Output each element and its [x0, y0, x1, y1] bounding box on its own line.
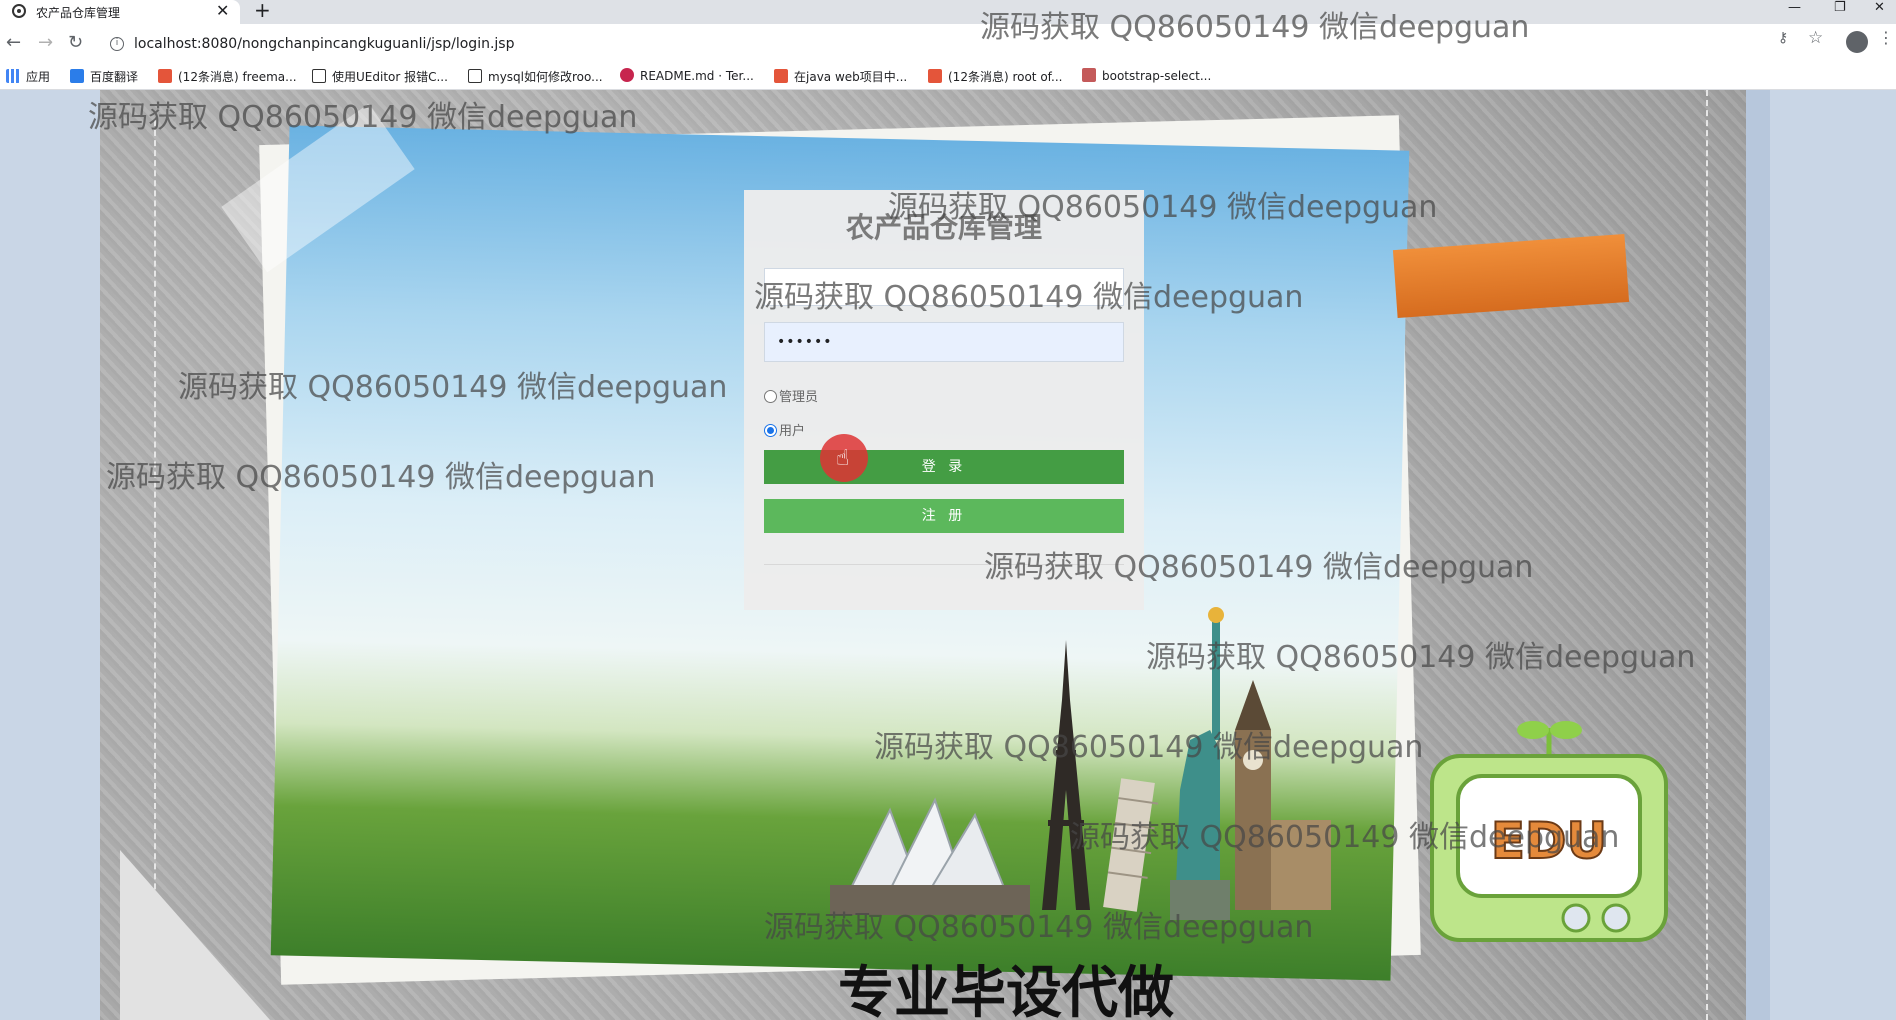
globe-icon: [12, 4, 26, 18]
page-icon: [312, 69, 326, 83]
knob-icon: [1561, 903, 1591, 933]
watermark: 源码获取 QQ86050149 微信deepguan: [888, 190, 1438, 225]
password-input[interactable]: ••••••: [764, 322, 1124, 362]
tab-close-icon[interactable]: ✕: [216, 1, 229, 20]
csdn-icon: [158, 69, 172, 83]
url-text: localhost:8080/nongchanpincangkuguanli/j…: [134, 36, 515, 52]
role-admin-label: 管理员: [779, 390, 819, 405]
watermark: 源码获取 QQ86050149 微信deepguan: [874, 730, 1424, 765]
watermark: 源码获取 QQ86050149 微信deepguan: [178, 370, 728, 405]
watermark: 源码获取 QQ86050149 微信deepguan: [984, 550, 1534, 585]
tab-bar: 农产品仓库管理 ✕ + — ❐ ✕: [0, 0, 1896, 24]
back-icon[interactable]: ←: [6, 32, 21, 53]
address-bar: ← → ↻ i localhost:8080/nongchanpincangku…: [0, 24, 1896, 62]
bookmark-apps[interactable]: 应用: [6, 68, 50, 85]
bookmark-readme[interactable]: README.md · Ter...: [620, 68, 754, 83]
apps-grid-icon: [6, 69, 20, 83]
jianshu-icon: [1082, 68, 1096, 82]
bookmark-label: (12条消息) freema...: [178, 70, 297, 84]
bookmark-label: (12条消息) root of...: [948, 70, 1063, 84]
csdn-icon: [928, 69, 942, 83]
reload-icon[interactable]: ↻: [68, 32, 83, 53]
profile-avatar-icon[interactable]: [1846, 31, 1868, 53]
bookmark-label: mysql如何修改roo...: [488, 70, 603, 84]
bookmark-root-of[interactable]: (12条消息) root of...: [928, 68, 1062, 85]
bookmark-java-web[interactable]: 在java web项目中...: [774, 68, 907, 85]
paper-corner: [120, 850, 270, 1020]
bookmark-mysql[interactable]: mysql如何修改roo...: [468, 68, 603, 85]
bookmark-label: 在java web项目中...: [794, 70, 908, 84]
window-close-icon[interactable]: ✕: [1874, 0, 1885, 15]
radio-unchecked-icon[interactable]: [764, 390, 777, 403]
kebab-menu-icon[interactable]: ⋮: [1878, 28, 1894, 47]
key-icon[interactable]: ⚷: [1778, 30, 1788, 46]
login-button[interactable]: 登 录: [764, 450, 1124, 484]
register-button[interactable]: 注 册: [764, 499, 1124, 533]
minimize-icon[interactable]: —: [1788, 0, 1801, 15]
radio-checked-icon[interactable]: [764, 424, 777, 437]
sydney-opera-house: [830, 797, 1030, 915]
forward-icon[interactable]: →: [38, 32, 53, 53]
pointer-hand-icon: ☝: [836, 446, 850, 471]
gitee-icon: [620, 68, 634, 82]
page-icon: [468, 69, 482, 83]
big-ben: [1235, 680, 1331, 910]
bookmark-bootstrap-select[interactable]: bootstrap-select...: [1082, 68, 1211, 83]
bookmark-label: bootstrap-select...: [1102, 69, 1212, 83]
watermark: 源码获取 QQ86050149 微信deepguan: [754, 280, 1304, 315]
tab-title: 农产品仓库管理: [36, 6, 121, 20]
site-info-icon[interactable]: i: [110, 37, 124, 51]
bookmark-ueditor[interactable]: 使用UEditor 报错C...: [312, 68, 448, 85]
watermark: 源码获取 QQ86050149 微信deepguan: [106, 460, 656, 495]
new-tab-icon[interactable]: +: [254, 0, 271, 22]
watermark: 源码获取 QQ86050149 微信deepguan: [1146, 640, 1696, 675]
page-edge: [1746, 90, 1770, 1020]
browser-tab-active[interactable]: 农产品仓库管理 ✕: [0, 0, 240, 24]
role-admin-option[interactable]: 管理员: [764, 386, 818, 405]
baidu-translate-icon: [70, 69, 84, 83]
knob-icon: [1601, 903, 1631, 933]
bookmark-label: 百度翻译: [90, 70, 139, 84]
watermark: 源码获取 QQ86050149 微信deepguan: [980, 10, 1530, 45]
bookmark-freemarker[interactable]: (12条消息) freema...: [158, 68, 297, 85]
promo-banner: 专业毕设代做: [838, 961, 1174, 1020]
role-user-option[interactable]: 用户: [764, 420, 805, 439]
watermark: 源码获取 QQ86050149 微信deepguan: [764, 910, 1314, 945]
sprout-icon: [1517, 721, 1582, 758]
bookmark-label: README.md · Ter...: [640, 69, 754, 83]
bookmarks-bar: 应用 百度翻译 (12条消息) freema... 使用UEditor 报错C.…: [0, 62, 1896, 90]
page-viewport: 农产品仓库管理 •••••• 管理员 用户 登 录 注 册 ☝ EDU: [0, 90, 1896, 1020]
role-user-label: 用户: [779, 424, 806, 439]
bookmark-label: 使用UEditor 报错C...: [332, 70, 448, 84]
bookmark-baidu-translate[interactable]: 百度翻译: [70, 68, 138, 85]
eiffel-tower: [1042, 640, 1090, 910]
bookmark-star-icon[interactable]: ☆: [1808, 28, 1823, 48]
csdn-icon: [774, 69, 788, 83]
watermark: 源码获取 QQ86050149 微信deepguan: [1070, 820, 1620, 855]
bookmark-label: 应用: [26, 70, 51, 84]
watermark: 源码获取 QQ86050149 微信deepguan: [88, 100, 638, 135]
restore-icon[interactable]: ❐: [1834, 0, 1846, 15]
dashed-stitch: [1706, 90, 1708, 1020]
